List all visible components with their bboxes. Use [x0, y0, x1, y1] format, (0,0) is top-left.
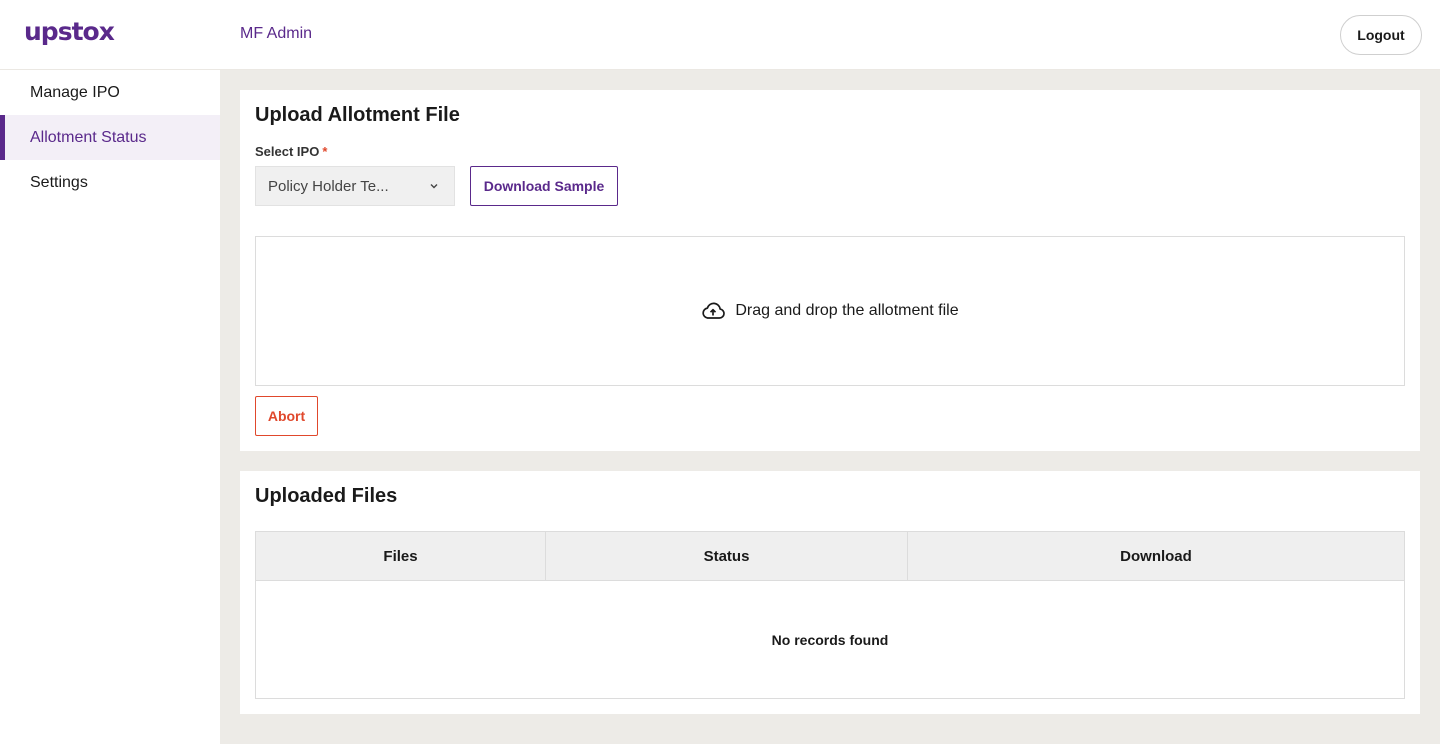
upstox-logo-mark: upstox — [24, 18, 116, 46]
sidebar-item-manage-ipo[interactable]: Manage IPO — [0, 70, 220, 115]
select-ipo-dropdown[interactable]: Policy Holder Te... — [255, 166, 455, 206]
required-marker: * — [322, 144, 328, 159]
dropzone-text: Drag and drop the allotment file — [735, 302, 959, 319]
cloud-upload-icon — [702, 302, 726, 319]
column-header-files: Files — [256, 532, 546, 580]
download-sample-button[interactable]: Download Sample — [470, 166, 618, 206]
sidebar-item-label: Manage IPO — [30, 83, 120, 101]
dropzone-content: Drag and drop the allotment file — [701, 301, 959, 321]
uploaded-files-card: Uploaded Files Files Status Download No … — [240, 471, 1420, 714]
column-header-status: Status — [546, 532, 908, 580]
table-header: Files Status Download — [256, 532, 1404, 581]
upstox-logo[interactable]: upstox — [24, 18, 116, 48]
select-ipo-label-text: Select IPO — [255, 144, 320, 159]
select-ipo-value: Policy Holder Te... — [268, 177, 389, 195]
file-dropzone[interactable]: Drag and drop the allotment file — [255, 236, 1405, 386]
svg-text:upstox: upstox — [24, 18, 115, 46]
sidebar-item-allotment-status[interactable]: Allotment Status — [0, 115, 220, 160]
sidebar: Manage IPO Allotment Status Settings — [0, 70, 220, 744]
abort-button[interactable]: Abort — [255, 396, 318, 436]
top-header: upstox MF Admin Logout — [0, 0, 1440, 70]
upload-allotment-card: Upload Allotment File Select IPO * Policy… — [240, 90, 1420, 451]
app-title: MF Admin — [240, 25, 313, 42]
sidebar-item-label: Settings — [30, 173, 88, 191]
main-content: Upload Allotment File Select IPO * Policy… — [220, 70, 1440, 744]
select-ipo-label: Select IPO * — [255, 144, 327, 159]
sidebar-item-settings[interactable]: Settings — [0, 160, 220, 205]
logout-button[interactable]: Logout — [1340, 15, 1422, 55]
upload-card-title: Upload Allotment File — [255, 104, 460, 126]
uploaded-files-table: Files Status Download No records found — [255, 531, 1405, 699]
sidebar-item-label: Allotment Status — [30, 128, 147, 146]
uploaded-files-title: Uploaded Files — [255, 485, 398, 507]
chevron-down-icon — [430, 184, 438, 189]
column-header-download: Download — [1120, 547, 1192, 565]
table-empty-state: No records found — [771, 631, 889, 648]
